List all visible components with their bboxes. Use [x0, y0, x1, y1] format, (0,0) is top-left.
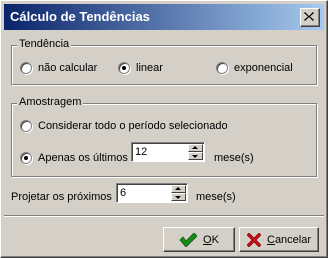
radio-no-calc-label: não calcular: [38, 62, 98, 74]
cancel-button-label: Cancelar: [266, 233, 312, 246]
radio-linear[interactable]: linear: [118, 62, 163, 74]
radio-exponential[interactable]: exponencial: [216, 62, 293, 74]
dialog-window: Cálculo de Tendências Tendência não calc…: [0, 0, 328, 258]
radio-no-calc[interactable]: não calcular: [20, 62, 97, 74]
radio-linear-label: linear: [136, 62, 163, 74]
projection-up-arrow-icon[interactable]: [171, 185, 186, 193]
red-x-icon: [246, 232, 261, 247]
projection-label: Projetar os próximos: [11, 191, 112, 203]
radio-linear-indicator[interactable]: [118, 62, 130, 74]
projection-value[interactable]: 6: [120, 187, 126, 199]
radio-all-period-label: Considerar todo o período selecionado: [38, 120, 228, 132]
months-value[interactable]: 12: [135, 146, 147, 158]
close-icon: [304, 12, 314, 21]
months-down-arrow-icon[interactable]: [188, 152, 203, 160]
projection-stepper-arrows[interactable]: [171, 185, 186, 201]
radio-last-months-label: Apenas os últimos: [38, 152, 128, 164]
title-bar[interactable]: Cálculo de Tendências: [4, 4, 324, 30]
ok-button[interactable]: OK: [163, 227, 235, 252]
trend-group-title: Tendência: [17, 38, 72, 50]
projection-unit-label: mese(s): [196, 191, 236, 203]
radio-last-months-indicator[interactable]: [20, 152, 32, 164]
radio-exponential-indicator[interactable]: [216, 62, 228, 74]
months-stepper-arrows[interactable]: [188, 144, 203, 160]
cancel-button[interactable]: Cancelar: [239, 227, 319, 252]
trend-group: Tendência não calcular linear exponencia…: [11, 38, 317, 85]
months-stepper[interactable]: 12: [131, 142, 205, 162]
radio-all-period[interactable]: Considerar todo o período selecionado: [20, 120, 228, 132]
sample-group-title: Amostragem: [17, 96, 84, 108]
window-title: Cálculo de Tendências: [10, 9, 150, 24]
button-separator: [4, 215, 324, 217]
projection-stepper[interactable]: 6: [116, 183, 188, 203]
radio-last-months[interactable]: Apenas os últimos: [20, 152, 128, 164]
radio-exponential-label: exponencial: [234, 62, 293, 74]
radio-no-calc-indicator[interactable]: [20, 62, 32, 74]
checkmark-icon: [179, 232, 198, 247]
months-up-arrow-icon[interactable]: [188, 144, 203, 152]
projection-down-arrow-icon[interactable]: [171, 193, 186, 201]
close-button[interactable]: [300, 8, 320, 27]
sample-group: Amostragem Considerar todo o período sel…: [11, 96, 317, 177]
months-unit-label: mese(s): [214, 152, 254, 164]
radio-all-period-indicator[interactable]: [20, 120, 32, 132]
ok-button-label: OK: [203, 233, 219, 246]
